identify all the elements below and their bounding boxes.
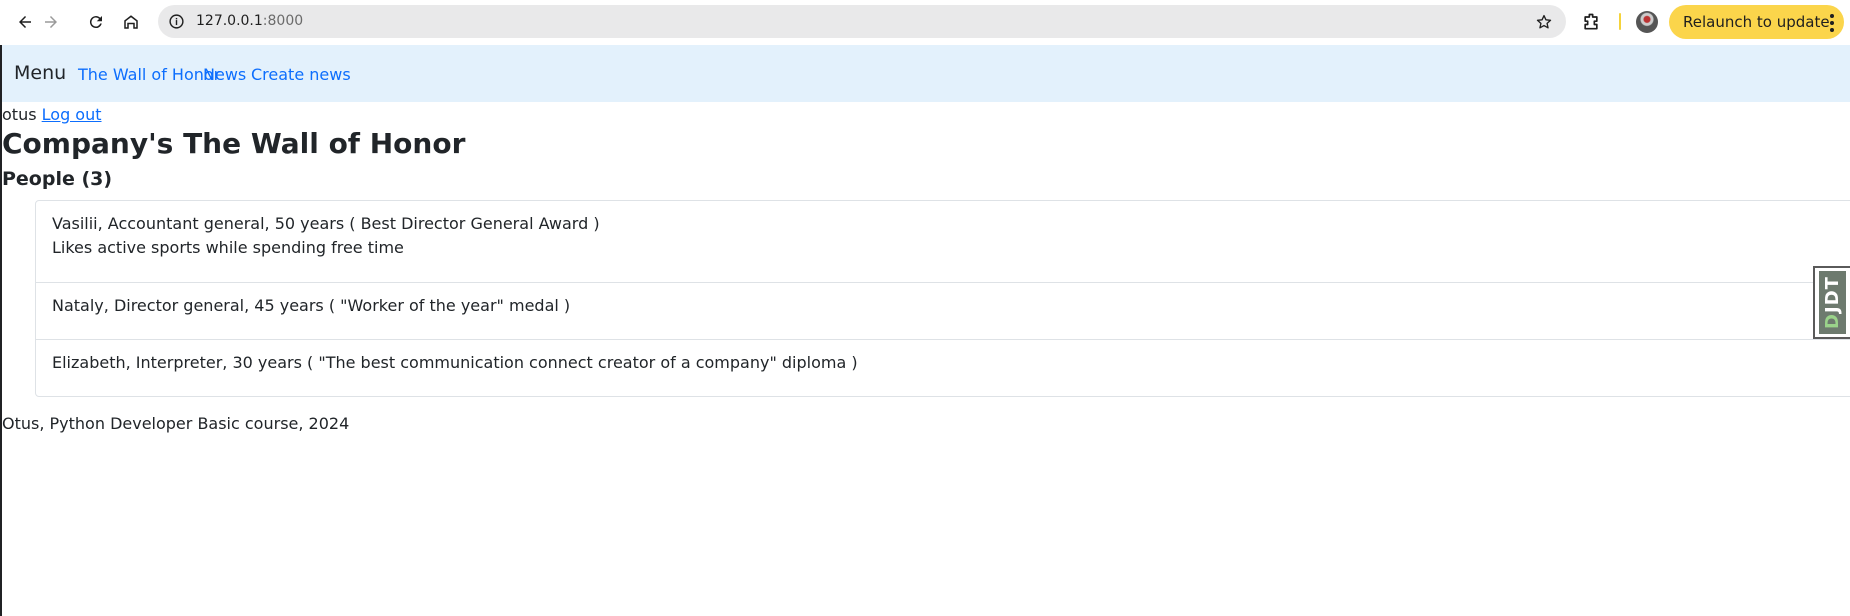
user-status: otus Log out <box>2 105 102 124</box>
toolbar-divider <box>1619 13 1621 30</box>
url-text: 127.0.0.1:8000 <box>196 13 303 29</box>
browser-toolbar: 127.0.0.1:8000 Relaunch to update <box>0 0 1850 45</box>
page-footer: Otus, Python Developer Basic course, 202… <box>2 414 350 433</box>
nav-link-wall-of-honor[interactable]: The Wall of Honor <box>78 65 220 84</box>
url-host: 127.0.0.1 <box>196 13 263 29</box>
list-item: Elizabeth, Interpreter, 30 years ( "The … <box>36 339 1850 396</box>
list-item: Nataly, Director general, 45 years ( "Wo… <box>36 282 1850 339</box>
site-info-icon[interactable] <box>166 11 187 32</box>
page-viewport: Menu The Wall of Honor News Create news … <box>0 45 1850 616</box>
reload-button[interactable] <box>82 8 110 36</box>
nav-link-create-news[interactable]: Create news <box>251 65 351 84</box>
person-summary: Elizabeth, Interpreter, 30 years ( "The … <box>52 353 858 372</box>
navbar-brand[interactable]: Menu <box>14 62 66 84</box>
extensions-icon <box>1584 13 1598 30</box>
list-item: Vasilii, Accountant general, 50 years ( … <box>36 201 1850 282</box>
url-port: :8000 <box>262 13 304 29</box>
people-list: Vasilii, Accountant general, 50 years ( … <box>35 200 1850 397</box>
debug-toolbar-badge: DJDT <box>1819 271 1846 334</box>
more-vert-icon <box>1830 14 1834 32</box>
site-navbar: Menu The Wall of Honor News Create news <box>2 45 1850 102</box>
relaunch-button[interactable]: Relaunch to update <box>1669 5 1844 39</box>
home-icon <box>124 15 138 29</box>
address-bar[interactable]: 127.0.0.1:8000 <box>158 5 1566 38</box>
bookmark-star-icon[interactable] <box>1533 11 1554 32</box>
forward-arrow-icon <box>45 16 57 28</box>
debug-toolbar-label: DJDT <box>1822 276 1843 329</box>
forward-button[interactable] <box>37 8 65 36</box>
relaunch-label: Relaunch to update <box>1683 13 1830 31</box>
people-heading: People (3) <box>2 168 113 190</box>
person-note: Likes active sports while spending free … <box>52 238 404 257</box>
logout-link[interactable]: Log out <box>42 105 102 124</box>
debug-toolbar-handle[interactable]: DJDT <box>1813 266 1850 339</box>
person-summary: Vasilii, Accountant general, 50 years ( … <box>52 214 600 233</box>
username: otus <box>2 105 37 124</box>
nav-link-news[interactable]: News <box>203 65 246 84</box>
page-title: Company's The Wall of Honor <box>2 127 466 160</box>
extensions-button[interactable] <box>1578 9 1604 35</box>
back-arrow-icon <box>19 16 31 28</box>
home-button[interactable] <box>117 8 145 36</box>
profile-avatar[interactable] <box>1636 11 1658 33</box>
debug-toolbar-label-first: D <box>1822 312 1843 329</box>
debug-toolbar-label-rest: JDT <box>1822 276 1843 313</box>
person-summary: Nataly, Director general, 45 years ( "Wo… <box>52 296 571 315</box>
reload-icon <box>89 16 102 29</box>
back-button[interactable] <box>11 8 39 36</box>
